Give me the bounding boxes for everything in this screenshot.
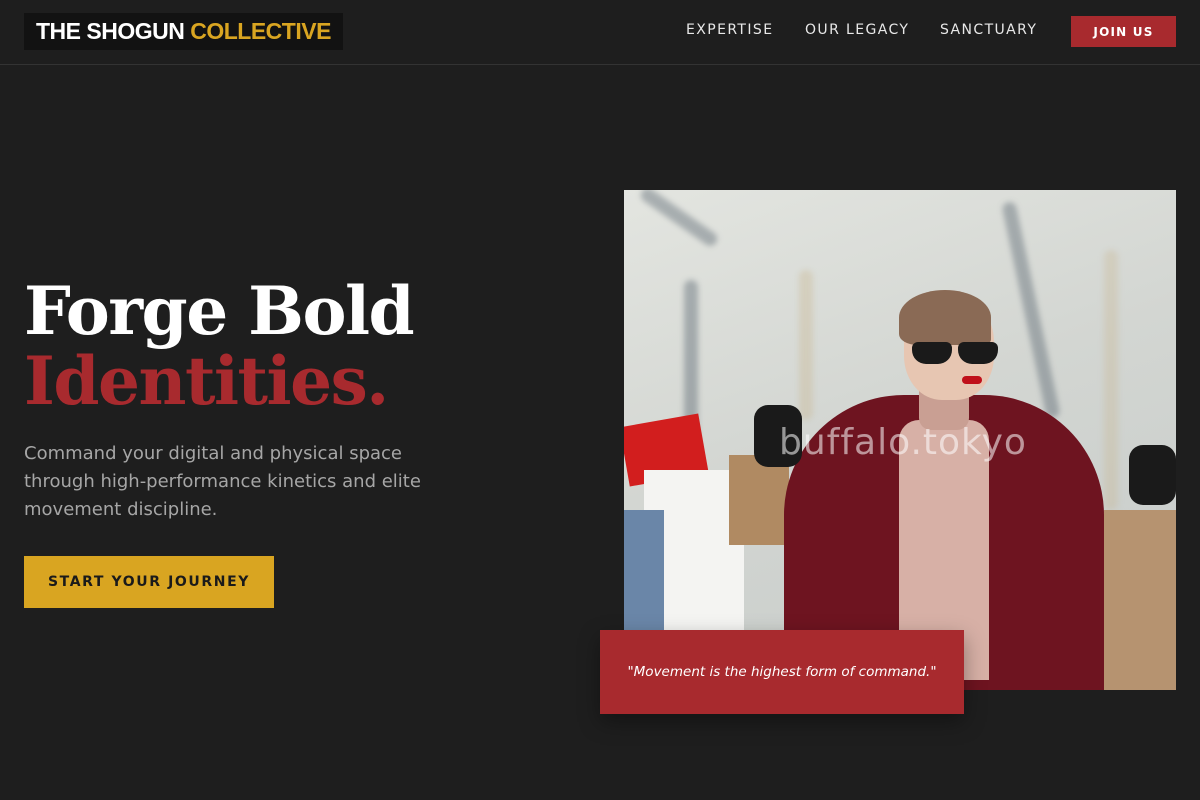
site-logo[interactable]: THE SHOGUN COLLECTIVE (24, 13, 343, 50)
headline-line-2: Identities. (24, 342, 389, 420)
hero-subtext: Command your digital and physical space … (24, 443, 421, 520)
quote-text: "Movement is the highest form of command… (627, 664, 937, 680)
hero-image: buffalo.tokyo (624, 190, 1176, 690)
site-header: THE SHOGUN COLLECTIVE EXPERTISE OUR LEGA… (0, 0, 1200, 65)
headline-line-1: Forge Bold (24, 272, 415, 350)
nav-link-expertise[interactable]: EXPERTISE (686, 22, 773, 38)
start-journey-button[interactable]: START YOUR JOURNEY (24, 556, 274, 608)
nav-link-sanctuary[interactable]: SANCTUARY (940, 22, 1037, 38)
nav-link-our-legacy[interactable]: OUR LEGACY (805, 22, 909, 38)
join-us-button[interactable]: JOIN US (1071, 16, 1176, 47)
hero-headline: Forge Bold Identities. (24, 272, 415, 420)
logo-accent-text: COLLECTIVE (190, 18, 331, 44)
image-watermark: buffalo.tokyo (779, 422, 1027, 463)
logo-main-text: THE SHOGUN (36, 18, 185, 44)
quote-card: "Movement is the highest form of command… (600, 630, 964, 714)
